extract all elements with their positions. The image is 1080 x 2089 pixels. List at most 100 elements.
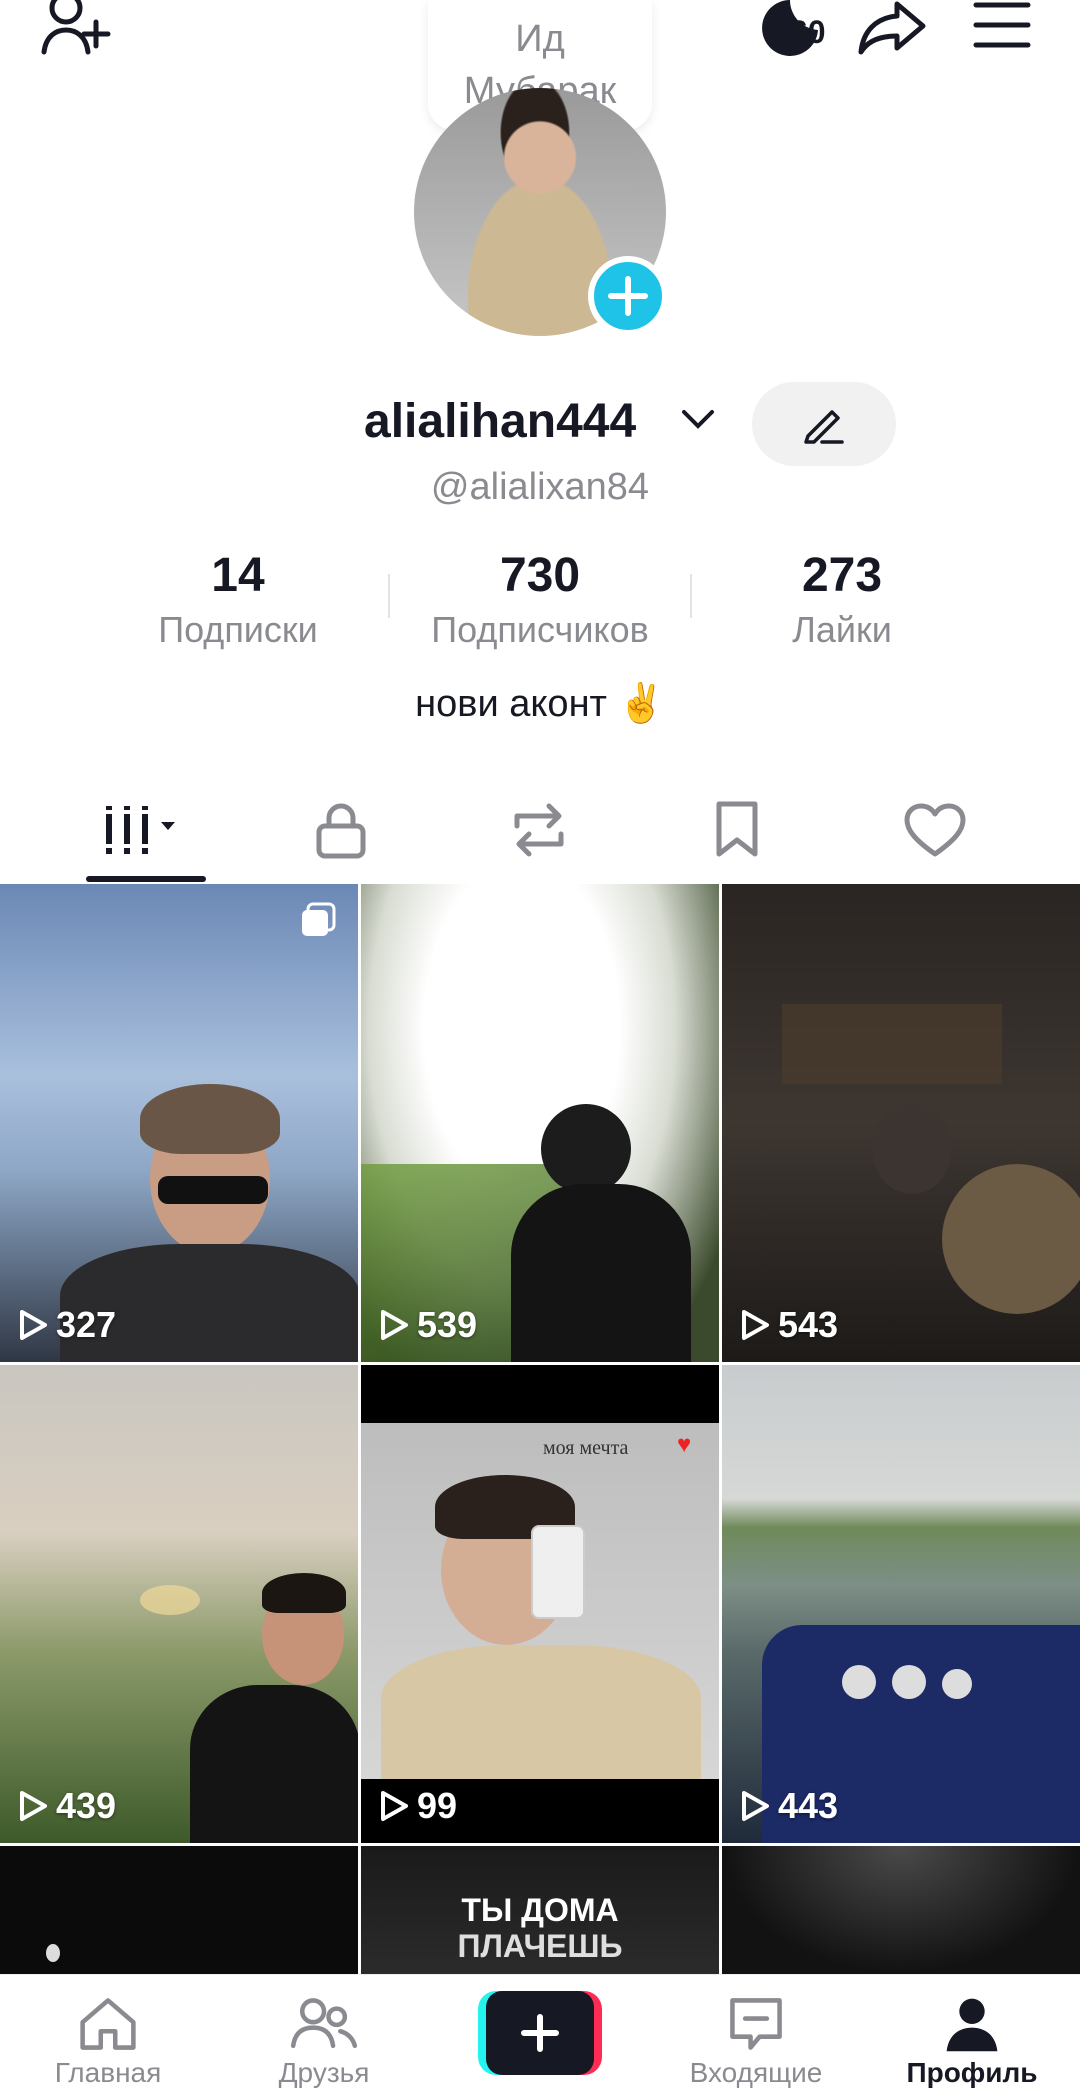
play-icon: [381, 1310, 408, 1340]
hair-shape: [262, 1573, 346, 1613]
play-icon: [742, 1310, 769, 1340]
nav-label: Друзья: [278, 2057, 370, 2088]
play-icon: [381, 1791, 408, 1821]
menu-icon[interactable]: [970, 0, 1034, 50]
video-thumbnail[interactable]: 327: [0, 884, 358, 1362]
create-button-face: [486, 1991, 594, 2075]
multi-photo-icon: [302, 902, 336, 936]
stat-following[interactable]: 14 Подписки: [88, 548, 388, 656]
stat-label: Лайки: [792, 609, 892, 650]
username-handle: @alialixan84: [430, 466, 650, 508]
username-row[interactable]: alialihan444: [0, 394, 1080, 454]
play-icon: [20, 1791, 47, 1821]
video-thumbnail[interactable]: ТЫ ДОМА ПЛАЧЕШЬ: [361, 1846, 719, 1974]
video-caption: ТЫ ДОМА: [461, 1892, 619, 1928]
view-count: 443: [740, 1785, 838, 1827]
nav-label: Профиль: [906, 2057, 1038, 2088]
video-thumbnail[interactable]: 539: [361, 884, 719, 1362]
hair-shape: [140, 1084, 280, 1154]
play-icon: [742, 1791, 769, 1821]
nav-label: Главная: [54, 2057, 162, 2088]
nav-profile[interactable]: Профиль: [882, 1975, 1062, 2089]
gauge-shape: [892, 1665, 926, 1699]
home-icon: [80, 1998, 136, 2050]
gauge-shape: [842, 1665, 876, 1699]
stat-followers[interactable]: 730 Подписчиков: [390, 548, 690, 656]
view-count-value: 99: [417, 1785, 458, 1826]
friends-icon: [290, 1998, 358, 2049]
stat-label: Подписчиков: [431, 609, 649, 650]
status-line-1: Ид: [515, 18, 565, 60]
phone-shape: [531, 1525, 585, 1619]
stat-value: 730: [499, 549, 581, 602]
sunglasses-shape: [158, 1176, 268, 1204]
video-caption: моя мечта: [543, 1437, 629, 1459]
tab-private[interactable]: [276, 786, 406, 874]
tab-reposts[interactable]: [474, 786, 604, 874]
profile-icon: [946, 1998, 998, 2052]
tab-liked[interactable]: [870, 786, 1000, 874]
view-count: 439: [18, 1785, 116, 1827]
view-count-value: 443: [778, 1785, 839, 1826]
shelf-shape: [782, 1004, 1002, 1084]
profile-tabs: [0, 786, 1080, 884]
lock-icon: [316, 803, 366, 859]
video-thumbnail[interactable]: [722, 1846, 1080, 1974]
view-count: 327: [18, 1304, 116, 1346]
view-count-value: 439: [56, 1785, 117, 1826]
inbox-icon: [730, 1998, 782, 2050]
grid-icon: [103, 806, 175, 854]
bookmark-icon: [716, 801, 758, 857]
light-dot: [46, 1944, 60, 1962]
plus-icon: [521, 2014, 559, 2052]
heart-emoji-icon: ♥: [677, 1431, 692, 1458]
view-count-value: 543: [778, 1304, 839, 1345]
person-shape: [872, 1104, 952, 1194]
add-story-button[interactable]: [588, 256, 668, 336]
share-icon[interactable]: [856, 0, 928, 56]
person-shape: [541, 1104, 631, 1194]
video-thumbnail[interactable]: 443: [722, 1365, 1080, 1843]
notifications-button[interactable]: 60: [742, 0, 838, 60]
video-thumbnail[interactable]: 543: [722, 884, 1080, 1362]
sun-shape: [140, 1585, 200, 1615]
plus-icon: [608, 276, 648, 316]
tab-favorites[interactable]: [672, 786, 802, 874]
play-icon: [20, 1310, 47, 1340]
hoodie-shape: [381, 1645, 701, 1779]
view-count: 99: [379, 1785, 457, 1827]
stat-label: Подписки: [158, 609, 318, 650]
video-thumbnail[interactable]: моя мечта ♥ 99: [361, 1365, 719, 1843]
profile-bio[interactable]: нови аконт ✌️: [0, 682, 1080, 726]
video-thumbnail[interactable]: [0, 1846, 358, 1974]
create-video-button[interactable]: [478, 1991, 602, 2075]
bottom-navigation: Главная Друзья Входящие Профиль: [0, 1974, 1080, 2089]
active-tab-indicator: [86, 876, 206, 882]
repost-icon: [514, 803, 564, 857]
edit-profile-button[interactable]: [752, 382, 896, 466]
gauge-shape: [942, 1669, 972, 1699]
teddy-bear-shape: [942, 1164, 1080, 1314]
video-thumbnail[interactable]: 439: [0, 1365, 358, 1843]
shirt-shape: [190, 1685, 358, 1843]
nav-home[interactable]: Главная: [18, 1975, 198, 2089]
add-friend-icon[interactable]: [36, 0, 116, 60]
pencil-icon: [804, 410, 844, 444]
notification-count: 60: [790, 14, 826, 50]
stat-value: 273: [801, 549, 883, 602]
video-caption: ПЛАЧЕШЬ: [457, 1928, 623, 1964]
view-count-value: 539: [417, 1304, 478, 1345]
view-count-value: 327: [56, 1304, 117, 1345]
view-count: 539: [379, 1304, 477, 1346]
tab-videos[interactable]: [80, 786, 210, 874]
display-name: alialihan444: [364, 395, 637, 448]
stat-likes[interactable]: 273 Лайки: [692, 548, 992, 656]
nav-friends[interactable]: Друзья: [234, 1975, 414, 2089]
nav-label: Входящие: [689, 2057, 823, 2088]
chevron-down-icon: [682, 410, 714, 429]
stat-value: 14: [211, 549, 265, 602]
heart-icon: [904, 803, 966, 857]
shirt-shape: [511, 1184, 691, 1362]
nav-inbox[interactable]: Входящие: [666, 1975, 846, 2089]
view-count: 543: [740, 1304, 838, 1346]
